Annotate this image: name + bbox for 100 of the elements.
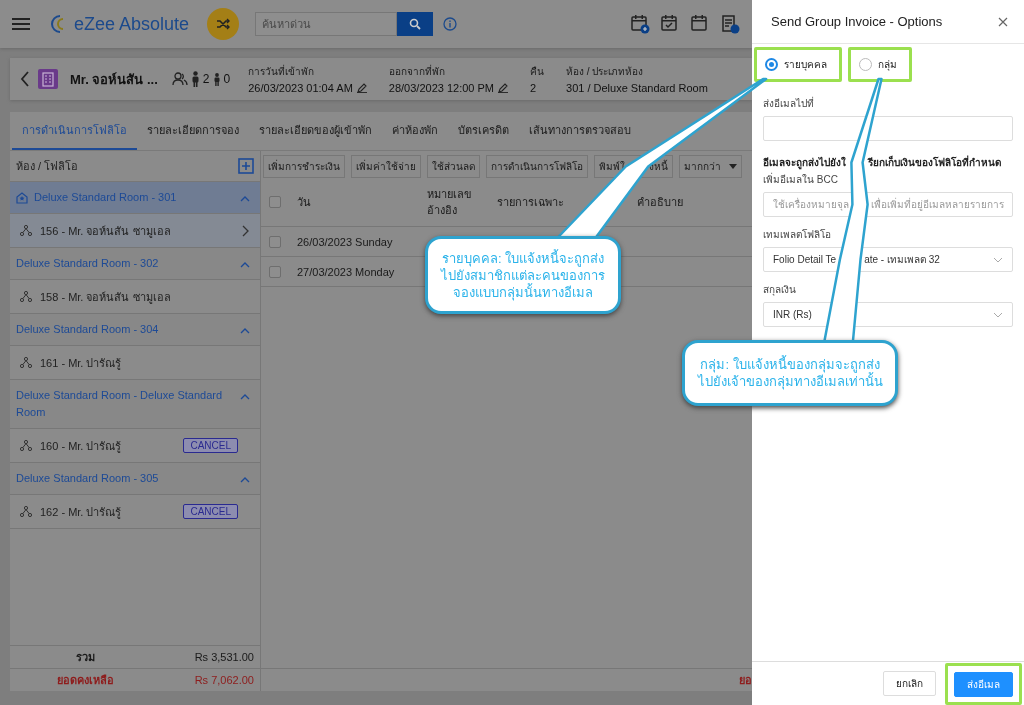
field-value: 301 / Deluxe Standard Room <box>566 82 708 94</box>
toolbar-button[interactable]: เพิ่มค่าใช้จ่าย <box>351 155 421 178</box>
radio-option[interactable]: กลุ่ม <box>859 57 901 72</box>
folio-label: 160 - Mr. ปารัณรู้ <box>40 438 123 455</box>
column-header: วัน <box>297 195 312 210</box>
field-label: คืน <box>530 65 544 79</box>
folio-label: 156 - Mr. จอห์นสัน ซามูเอล <box>40 223 172 240</box>
row-checkbox[interactable] <box>269 235 281 248</box>
total-value: Rs 3,531.00 <box>194 651 254 663</box>
folio-row[interactable]: 156 - Mr. จอห์นสัน ซามูเอล <box>10 214 260 248</box>
dropdown-chevron-icon <box>993 311 1003 318</box>
calendar-add-icon[interactable] <box>630 14 650 34</box>
search-button[interactable] <box>397 12 434 36</box>
tab[interactable]: รายละเอียดการจอง <box>137 112 249 150</box>
room-group-title: Deluxe Standard Room - Deluxe Standard Room <box>16 388 224 420</box>
field-label: การวันที่เข้าพัก <box>248 64 316 79</box>
folio-row[interactable]: 162 - Mr. ปารัณรู้ CANCEL <box>10 495 260 529</box>
table-cell: 26/03/2023 Sunday <box>297 235 393 248</box>
field-label: สกุลเงิน <box>763 283 797 297</box>
total-value: Rs 7,062.00 <box>194 674 254 686</box>
room-group-title: Deluxe Standard Room - 301 <box>34 190 177 205</box>
column-header: รายการเฉพาะ <box>497 195 565 210</box>
tab[interactable]: บัตรเครดิต <box>448 112 519 150</box>
tab[interactable]: รายละเอียดของผู้เข้าพัก <box>249 112 382 150</box>
input-field[interactable]: ใช้เครื่องหมายจุล เพื่อเพิ่มที่อยู่อีเมลหลายรายการ <box>763 192 1013 217</box>
callout: รายบุคคล: ใบแจ้งหนี้จะถูกส่งไปยังสมาชิกแต่ละคนของการจองแบบกลุ่มนั้นทางอีเมล <box>425 236 621 314</box>
field-label: เทมเพลตโฟลิโอ <box>763 228 832 242</box>
shuffle-button[interactable] <box>207 8 240 40</box>
field-value: 28/03/2023 12:00 PM <box>388 82 494 94</box>
guest-node-icon <box>20 225 32 236</box>
folio-label: 162 - Mr. ปารัณรู้ <box>40 504 123 521</box>
chevron-right-icon <box>242 224 250 237</box>
callout: กลุ่ม: ใบแจ้งหนี้ของกลุ่มจะถูกส่งไปยังเจ้าของกลุ่มทางอีเมลเท่านั้น <box>682 340 898 406</box>
radio-circle[interactable] <box>765 58 778 71</box>
field-value: 26/03/2023 01:04 AM <box>248 82 353 94</box>
guest-node-icon <box>20 440 32 451</box>
tab[interactable]: เส้นทางการตรวจสอบ <box>519 112 641 150</box>
drawer-title: Send Group Invoice - Options <box>771 14 943 29</box>
child-count: 0 <box>223 72 231 86</box>
search-icon <box>409 18 422 30</box>
collapse-icon[interactable] <box>240 476 250 484</box>
send-email-button[interactable]: ส่งอีเมล <box>954 671 1013 697</box>
guest-name: Mr. จอห์นสัน ... <box>70 70 158 89</box>
close-icon[interactable] <box>998 16 1008 27</box>
collapse-icon[interactable] <box>240 393 250 401</box>
guest-node-icon <box>20 357 32 368</box>
select-all-checkbox[interactable] <box>269 196 281 208</box>
app-name: eZee Absolute <box>74 13 190 35</box>
row-checkbox[interactable] <box>269 265 281 278</box>
group-icon <box>171 72 188 86</box>
back-icon[interactable] <box>20 71 30 87</box>
menu-icon[interactable] <box>12 17 30 31</box>
pencil-icon[interactable] <box>356 83 367 93</box>
info-icon[interactable] <box>443 17 458 31</box>
input-field[interactable] <box>763 116 1013 141</box>
form-note: อีเมลจะถูกส่งไปยังใ รียกเก็บเงินของโฟลิโอที่กำหนด <box>763 155 1002 170</box>
column-header: หมายเลข อ้างอิง <box>427 187 473 218</box>
tab[interactable]: ค่าห้องพัก <box>382 112 448 150</box>
calendar-icon[interactable] <box>690 14 710 34</box>
adult-icon <box>190 71 200 87</box>
total-label: ยอดคงเหลือ <box>55 673 115 688</box>
toolbar-button[interactable]: ใช้ส่วนลด <box>427 155 480 178</box>
adult-count: 2 <box>202 72 210 86</box>
room-group-title: Deluxe Standard Room - 305 <box>16 471 159 486</box>
field-label: เพิ่มอีเมลใน BCC <box>763 172 839 187</box>
guest-node-icon <box>20 291 32 302</box>
folio-label: 161 - Mr. ปารัณรู้ <box>40 355 123 372</box>
field-label: ออกจากที่พัก <box>388 64 446 79</box>
status-badge: CANCEL <box>183 504 238 519</box>
pencil-icon[interactable] <box>498 83 508 93</box>
calendar-check-icon[interactable] <box>660 14 680 34</box>
shuffle-icon <box>216 18 231 30</box>
cancel-button[interactable]: ยกเลิก <box>883 671 936 696</box>
building-icon <box>38 69 58 89</box>
invoice-icon[interactable] <box>720 14 740 34</box>
field-value: 2 <box>530 82 537 94</box>
add-icon[interactable] <box>238 158 254 174</box>
column-header: คำอธิบาย <box>637 195 684 210</box>
guest-node-icon <box>20 506 32 517</box>
field-label: ส่งอีเมลไปที่ <box>763 96 815 111</box>
table-cell: 27/03/2023 Monday <box>297 265 395 278</box>
child-icon <box>212 72 221 86</box>
collapse-icon[interactable] <box>240 327 250 335</box>
total-label: รวม <box>74 650 96 665</box>
balance-label: ยอ <box>739 673 752 688</box>
dropdown-chevron-icon <box>993 256 1003 263</box>
toolbar-button[interactable]: การดำเนินการโฟลิโอ <box>486 155 588 178</box>
folio-label: 158 - Mr. จอห์นสัน ซามูเอล <box>40 289 172 306</box>
toolbar-button[interactable]: เพิ่มการชำระเงิน <box>263 155 345 178</box>
panel-title: ห้อง / โฟลิโอ <box>16 159 79 174</box>
collapse-icon[interactable] <box>240 195 250 203</box>
search-field[interactable]: ค้นหาด่วน <box>255 12 398 36</box>
room-group-title: Deluxe Standard Room - 304 <box>16 322 159 337</box>
field-label: ห้อง / ประเภทห้อง <box>566 65 645 79</box>
room-group-title: Deluxe Standard Room - 302 <box>16 256 159 271</box>
more-menu-button[interactable]: มากกว่า <box>679 155 742 178</box>
collapse-icon[interactable] <box>240 261 250 269</box>
radio-option[interactable]: รายบุคคล <box>765 57 831 72</box>
dropdown-caret-icon <box>729 164 737 169</box>
status-badge: CANCEL <box>183 438 238 453</box>
